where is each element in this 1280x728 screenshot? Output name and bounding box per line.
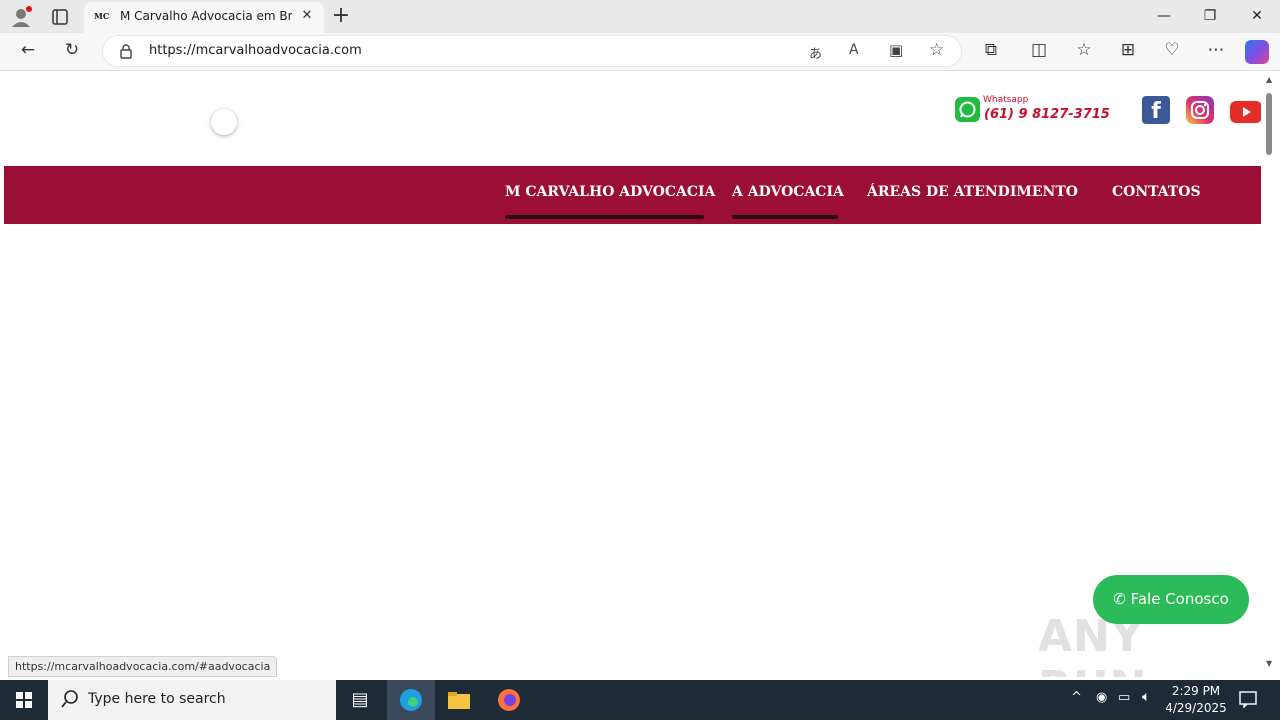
fale-conosco-label: Fale Conosco	[1130, 590, 1229, 608]
instagram-icon[interactable]	[1186, 96, 1214, 124]
more-menu-icon[interactable]: ⋯	[1200, 34, 1232, 66]
status-url: https://mcarvalhoadvocacia.com/#aadvocac…	[8, 656, 278, 677]
show-hidden-icons[interactable]: ^	[1071, 690, 1082, 705]
tab-actions-icon[interactable]	[50, 7, 70, 27]
file-explorer-icon[interactable]	[435, 680, 483, 720]
taskbar-search[interactable]: Type here to search	[48, 680, 336, 720]
whatsapp-small-icon: ✆	[1113, 590, 1131, 608]
nav-item-m-carvalho-advocacia[interactable]: M CARVALHO ADVOCACIA	[505, 184, 715, 200]
youtube-icon[interactable]	[1230, 101, 1261, 123]
lock-icon[interactable]	[119, 43, 133, 59]
browser-tab[interactable]: MC M Carvalho Advocacia em Brasília ✕	[84, 2, 324, 33]
restore-icon[interactable]: ❐	[1187, 0, 1233, 32]
clock-date: 4/29/2025	[1165, 701, 1227, 715]
site-favicon: MC	[94, 11, 110, 21]
address-bar[interactable]: https://mcarvalhoadvocacia.com あ A ▣ ☆	[102, 35, 962, 67]
new-tab-icon[interactable]: +	[330, 5, 352, 27]
page-scrollbar[interactable]: ▲ ▼	[1261, 71, 1280, 677]
edge-taskbar-icon[interactable]	[387, 680, 435, 720]
nav-item-areas-de-atendimento[interactable]: ÁREAS DE ATENDIMENTO	[867, 184, 1078, 200]
taskbar-clock[interactable]: 2:29 PM 4/29/2025	[1158, 683, 1234, 717]
close-window-icon[interactable]: ✕	[1234, 0, 1280, 32]
task-view-icon[interactable]: ▤	[336, 680, 384, 720]
clock-time: 2:29 PM	[1171, 684, 1221, 698]
tab-strip: MC M Carvalho Advocacia em Brasília ✕ + …	[0, 0, 1280, 33]
scroll-thumb[interactable]	[1266, 93, 1272, 155]
search-icon	[60, 689, 80, 713]
volume-icon[interactable]: 🔈︎	[1142, 689, 1150, 705]
collections-icon[interactable]: ⊞	[1112, 34, 1144, 66]
tab-title: M Carvalho Advocacia em Brasília	[120, 9, 292, 23]
web-page: Whatsapp (61) 9 8127-3715 f M CARVALHO A…	[4, 71, 1261, 677]
notifications-icon[interactable]	[1238, 690, 1258, 709]
fale-conosco-button[interactable]: ✆ Fale Conosco	[1093, 575, 1249, 624]
favorite-star-icon[interactable]: ☆	[929, 40, 944, 60]
read-aloud-icon[interactable]: A	[849, 42, 859, 58]
windows-taskbar: Type here to search ▤ ^ ◉ ▭ 🔈︎ 2:29 PM 4…	[0, 680, 1280, 720]
nav-item-a-advocacia[interactable]: A ADVOCACIA	[732, 184, 844, 200]
back-icon[interactable]: ←	[12, 34, 44, 66]
browser-essentials-icon[interactable]: ♡	[1156, 34, 1188, 66]
favorites-icon[interactable]: ☆	[1068, 34, 1100, 66]
whatsapp-phone[interactable]: (61) 9 8127-3715	[984, 107, 1110, 122]
extensions-icon[interactable]: ⧉	[975, 34, 1007, 66]
loading-spinner	[211, 109, 237, 135]
split-screen-icon[interactable]: ◫	[1023, 34, 1055, 66]
url-text: https://mcarvalhoadvocacia.com	[149, 43, 362, 58]
facebook-icon[interactable]: f	[1142, 96, 1170, 124]
nav-underline	[505, 215, 704, 219]
profile-icon[interactable]	[10, 6, 32, 28]
windows-start-icon[interactable]	[0, 680, 48, 720]
whatsapp-icon[interactable]	[955, 97, 980, 122]
copilot-icon[interactable]	[1245, 40, 1269, 64]
network-icon[interactable]: ▭	[1118, 690, 1130, 705]
scroll-up-icon[interactable]: ▲	[1266, 75, 1272, 84]
translate-icon[interactable]: あ	[809, 43, 822, 62]
immersive-reader-icon[interactable]: ▣	[889, 41, 903, 59]
refresh-icon[interactable]: ↻	[56, 34, 88, 66]
browser-toolbar: ← ↻ https://mcarvalhoadvocacia.com あ A ▣…	[0, 33, 1280, 71]
close-tab-icon[interactable]: ✕	[298, 7, 316, 25]
scroll-down-icon[interactable]: ▼	[1266, 659, 1272, 668]
main-navigation: M CARVALHO ADVOCACIA A ADVOCACIA ÁREAS D…	[4, 166, 1261, 224]
firefox-icon[interactable]	[485, 680, 533, 720]
meet-now-icon[interactable]: ◉	[1096, 690, 1107, 705]
whatsapp-label: Whatsapp	[983, 95, 1029, 105]
nav-item-contatos[interactable]: CONTATOS	[1112, 184, 1201, 200]
minimize-icon[interactable]: —	[1141, 0, 1187, 32]
nav-underline	[732, 215, 838, 219]
search-placeholder: Type here to search	[88, 691, 226, 707]
